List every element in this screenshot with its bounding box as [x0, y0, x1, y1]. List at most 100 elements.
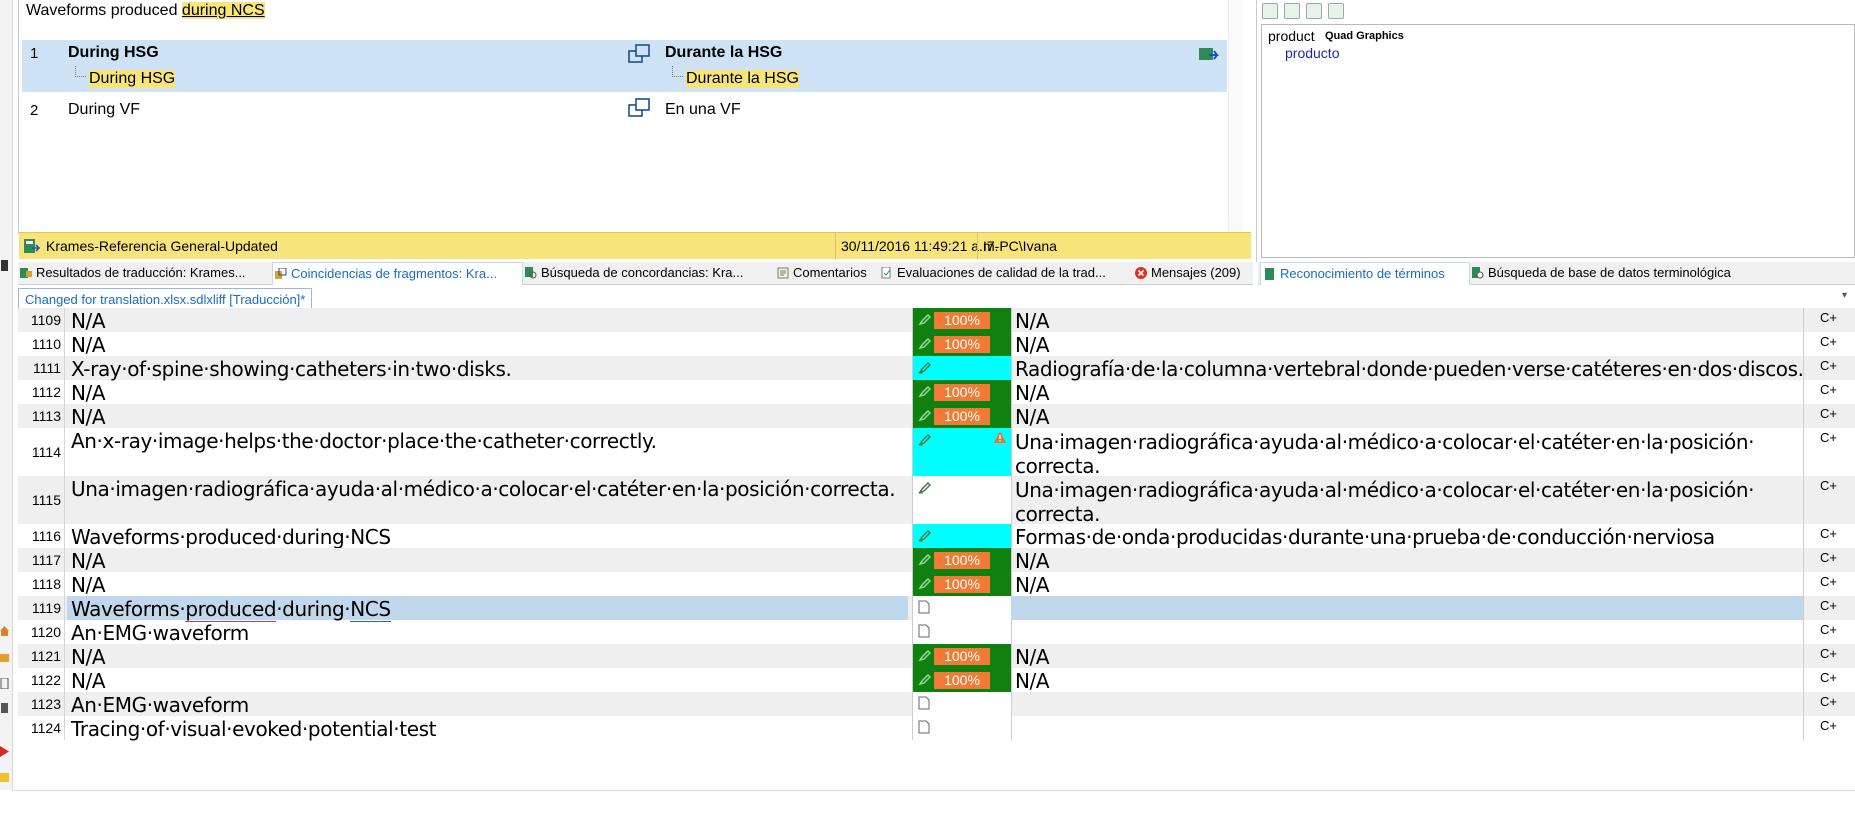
segment-row[interactable]: 1118 N/A 100% N/A C+	[18, 572, 1855, 597]
match-percent-badge: 100%	[934, 312, 990, 329]
status-cell[interactable]: 100%	[912, 668, 1012, 692]
segment-row[interactable]: 1109 N/A 100% N/A C+	[18, 308, 1855, 333]
segment-row[interactable]: 1114 An·x-ray·image·helps·the·doctor·plac…	[18, 428, 1855, 478]
target-cell[interactable]: Formas·de·onda·producidas·durante·una·pr…	[1011, 524, 1804, 549]
source-cell[interactable]: N/A	[67, 332, 908, 357]
source-cell[interactable]: Waveforms·produced·during·NCS	[67, 524, 908, 549]
status-cell[interactable]	[912, 692, 1012, 716]
target-cell[interactable]: N/A	[1011, 668, 1804, 693]
editor-dock-icon[interactable]	[0, 260, 9, 271]
tab-messages[interactable]: Mensajes (209)	[1135, 262, 1253, 284]
termbase-icon[interactable]	[0, 772, 9, 783]
source-cell[interactable]: N/A	[67, 404, 908, 429]
tab-label: Resultados de traducción: Krames...	[36, 265, 246, 280]
tab-fragment-matches[interactable]: Coincidencias de fragmentos: Kra...	[272, 262, 523, 285]
target-cell[interactable]: Radiografía·de·la·columna·vertebral·dond…	[1011, 356, 1804, 381]
segment-lock-status: C+	[1820, 526, 1837, 541]
search-term-icon[interactable]	[1262, 3, 1278, 19]
target-cell[interactable]: Una·imagen·radiográfica·ayuda·al·médico·…	[1011, 428, 1804, 478]
segment-row[interactable]: 1115 Una·imagen·radiográfica·ayuda·al·méd…	[18, 476, 1855, 526]
projects-icon[interactable]	[0, 652, 9, 663]
status-cell[interactable]: 100%	[912, 308, 1012, 332]
target-cell[interactable]	[1011, 716, 1804, 740]
target-cell[interactable]: N/A	[1011, 380, 1804, 405]
source-cell[interactable]: N/A	[67, 644, 908, 669]
segment-row[interactable]: 1121 N/A 100% N/A C+	[18, 644, 1855, 669]
source-cell[interactable]: An·EMG·waveform	[67, 620, 908, 645]
target-cell[interactable]: N/A	[1011, 332, 1804, 357]
match-percent-badge: 100%	[934, 384, 990, 401]
status-cell[interactable]	[912, 356, 1012, 380]
segment-row[interactable]: 1117 N/A 100% N/A C+	[18, 548, 1855, 573]
segment-row[interactable]: 1111 X-ray·of·spine·showing·catheters·in·…	[18, 356, 1855, 381]
segment-row[interactable]: 1116 Waveforms·produced·during·NCS Formas·…	[18, 524, 1855, 549]
target-cell[interactable]: N/A	[1011, 572, 1804, 597]
term-recognition-icon	[1265, 268, 1274, 280]
fragment-match-row[interactable]: 1 During HSG During HSG Durante la HSG D…	[22, 40, 1227, 92]
status-cell[interactable]	[912, 716, 1012, 740]
fragment-panel-scrollbar[interactable]	[1228, 0, 1243, 232]
segment-row[interactable]: 1122 N/A 100% N/A C+	[18, 668, 1855, 693]
segment-row[interactable]: 1123 An·EMG·waveform C+	[18, 692, 1855, 717]
target-cell[interactable]	[1011, 620, 1804, 644]
status-cell[interactable]	[912, 428, 1012, 476]
source-cell[interactable]: N/A	[67, 380, 908, 405]
target-cell[interactable]: Una·imagen·radiográfica·ayuda·al·médico·…	[1011, 476, 1804, 526]
tab-comments[interactable]: Comentarios	[777, 262, 883, 284]
status-cell[interactable]	[912, 476, 1012, 524]
status-cell[interactable]: 100%	[912, 380, 1012, 404]
source-text: N/A	[71, 309, 106, 333]
tab-term-recognition[interactable]: Reconocimiento de términos	[1260, 262, 1470, 285]
source-cell[interactable]: An·EMG·waveform	[67, 692, 908, 717]
files-icon[interactable]	[0, 678, 9, 689]
term-source[interactable]: product	[1268, 28, 1315, 44]
tab-quality-evaluations[interactable]: Evaluaciones de calidad de la trad...	[881, 262, 1136, 284]
segment-row[interactable]: 1112 N/A 100% N/A C+	[18, 380, 1855, 405]
status-cell[interactable]	[912, 524, 1012, 548]
segment-lock-status: C+	[1820, 574, 1837, 589]
target-cell[interactable]: N/A	[1011, 308, 1804, 333]
tm-name: Krames-Referencia General-Updated	[46, 238, 278, 254]
source-cell[interactable]: N/A	[67, 668, 908, 693]
view-term-icon[interactable]	[1306, 3, 1322, 19]
source-cell[interactable]: N/A	[67, 308, 908, 333]
target-cell[interactable]: N/A	[1011, 404, 1804, 429]
chevron-down-icon[interactable]: ▾	[1842, 290, 1847, 301]
source-cell[interactable]: Waveforms·produced·during·NCS	[67, 596, 908, 622]
segment-row[interactable]: 1124 Tracing·of·visual·evoked·potential·t…	[18, 716, 1855, 741]
status-cell[interactable]	[912, 596, 1012, 620]
tab-concordance-search[interactable]: Búsqueda de concordancias: Kra...	[525, 262, 785, 284]
status-cell[interactable]: 100%	[912, 404, 1012, 428]
home-icon[interactable]	[0, 625, 9, 636]
segment-row[interactable]: 1119 Waveforms·produced·during·NCS C+	[18, 596, 1855, 622]
source-cell[interactable]: N/A	[67, 548, 908, 573]
status-cell[interactable]: 100%	[912, 572, 1012, 596]
source-cell[interactable]: An·x-ray·image·helps·the·doctor·place·th…	[67, 428, 908, 476]
add-term-icon[interactable]	[1328, 3, 1344, 19]
source-cell[interactable]: Una·imagen·radiográfica·ayuda·al·médico·…	[67, 476, 908, 524]
tab-translation-results[interactable]: Resultados de traducción: Krames...	[20, 262, 284, 284]
target-cell[interactable]: N/A	[1011, 644, 1804, 669]
status-cell[interactable]: 100%	[912, 332, 1012, 356]
editor-active-icon[interactable]	[0, 746, 9, 757]
source-text: N/A	[71, 645, 106, 669]
status-cell[interactable]	[912, 620, 1012, 644]
source-cell[interactable]: N/A	[67, 572, 908, 597]
target-cell[interactable]: N/A	[1011, 548, 1804, 573]
reports-icon[interactable]	[0, 702, 9, 713]
segment-row[interactable]: 1110 N/A 100% N/A C+	[18, 332, 1855, 357]
segment-row[interactable]: 1120 An·EMG·waveform C+	[18, 620, 1855, 645]
tab-termbase-search[interactable]: Búsqueda de base de datos terminológica	[1472, 262, 1772, 284]
settings-term-icon[interactable]	[1284, 3, 1300, 19]
source-cell[interactable]: X-ray·of·spine·showing·catheters·in·two·…	[67, 356, 908, 381]
target-cell[interactable]	[1011, 596, 1804, 620]
source-cell[interactable]: Tracing·of·visual·evoked·potential·test	[67, 716, 908, 741]
target-cell[interactable]	[1011, 692, 1804, 716]
term-target[interactable]: producto	[1285, 45, 1339, 61]
fragment-match-row[interactable]: 2 During VF En una VF	[22, 96, 1227, 126]
status-cell[interactable]: 100%	[912, 548, 1012, 572]
status-cell[interactable]: 100%	[912, 644, 1012, 668]
segment-row[interactable]: 1113 N/A 100% N/A C+	[18, 404, 1855, 429]
segment-lock-status: C+	[1820, 430, 1837, 445]
source-segment-highlight: during NCS	[181, 2, 265, 19]
